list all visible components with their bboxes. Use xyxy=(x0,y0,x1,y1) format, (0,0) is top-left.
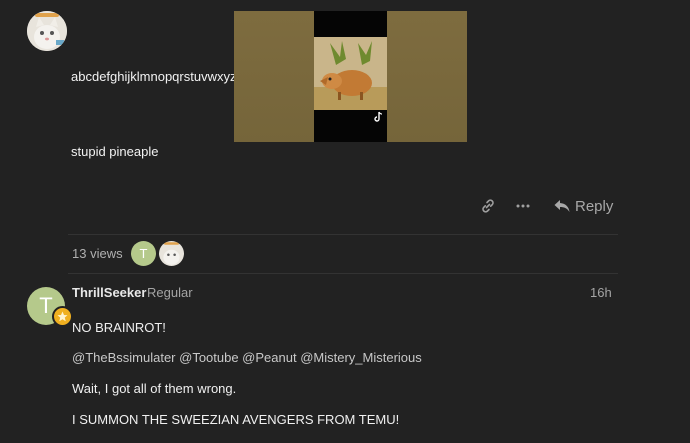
link-icon xyxy=(482,199,494,213)
user-title: Regular xyxy=(147,285,193,300)
embedded-image[interactable] xyxy=(234,11,467,142)
image-video-frame xyxy=(314,11,387,142)
more-actions-button[interactable] xyxy=(515,194,535,218)
divider xyxy=(68,273,618,274)
user-avatar-top[interactable] xyxy=(27,11,67,51)
post-timestamp[interactable]: 16h xyxy=(590,285,612,300)
views-count: 13 views xyxy=(72,246,123,261)
divider xyxy=(68,234,618,235)
flair-badge xyxy=(52,306,73,327)
post-text-line: stupid pineaple xyxy=(71,144,159,159)
image-blur-left xyxy=(234,11,314,142)
post-username[interactable]: ThrillSeeker xyxy=(72,285,146,300)
reply-label: Reply xyxy=(575,197,614,215)
pineapple-creature-icon xyxy=(314,37,387,110)
reply-button[interactable]: Reply xyxy=(554,194,614,218)
participant-avatar-cat[interactable] xyxy=(159,241,184,266)
post-body-line: NO BRAINROT! xyxy=(72,320,166,335)
post-mentions[interactable]: @TheBssimulater @Tootube @Peanut @Mister… xyxy=(72,350,422,365)
post-body-line: I SUMMON THE SWEEZIAN AVENGERS FROM TEMU… xyxy=(72,412,400,427)
post-body-line: Wait, I got all of them wrong. xyxy=(72,381,237,396)
topic-page: abcdefghijklmnopqrstuvwxyz stupid pineap… xyxy=(0,0,690,443)
copy-link-button[interactable] xyxy=(480,194,500,218)
image-blur-right xyxy=(387,11,467,142)
post-text-line: abcdefghijklmnopqrstuvwxyz xyxy=(71,69,237,84)
tiktok-logo-icon xyxy=(374,111,383,122)
reply-icon xyxy=(554,200,570,212)
star-icon xyxy=(57,311,68,322)
cat-avatar-icon xyxy=(159,241,184,266)
cat-avatar-icon xyxy=(27,11,67,51)
more-icon xyxy=(516,204,530,208)
participant-avatar[interactable]: T xyxy=(131,241,156,266)
